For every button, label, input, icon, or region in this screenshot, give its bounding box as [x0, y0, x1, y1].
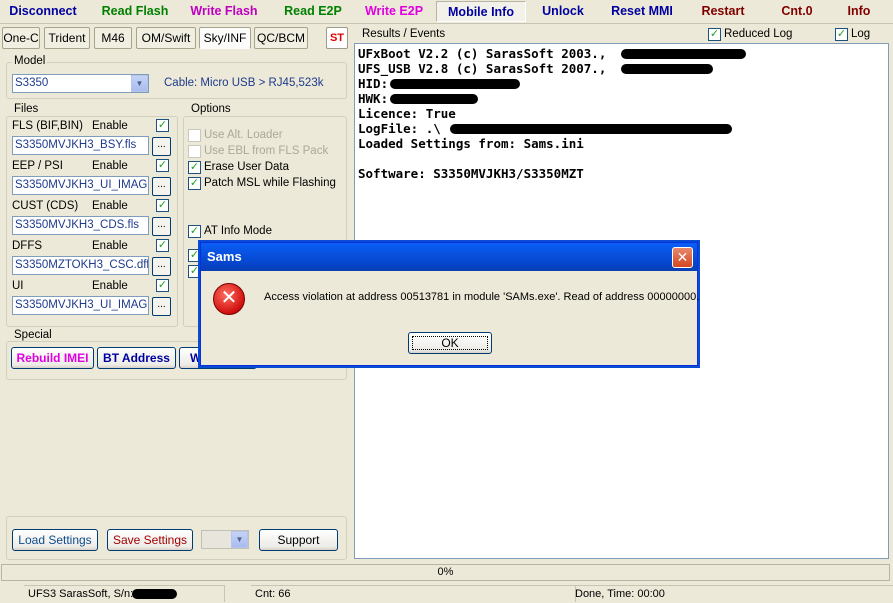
error-dialog: Sams ✕ ✕ Access violation at address 005… — [200, 242, 700, 366]
tab-qc-bcm[interactable]: QC/BCM — [254, 27, 308, 49]
files-group-label: Files — [12, 103, 41, 115]
progress-text: 0% — [437, 566, 454, 578]
alt-loader-checkbox[interactable] — [188, 129, 201, 142]
browse-button-ui[interactable]: ... — [152, 297, 171, 316]
chevron-down-icon[interactable]: ▼ — [131, 75, 148, 92]
file-label-cust: CUST (CDS) — [12, 200, 79, 212]
patch-msl-label: Patch MSL while Flashing — [204, 177, 336, 189]
write-flash-button[interactable]: Write Flash — [183, 1, 265, 22]
file-field-dffs[interactable]: S3350MZTOKH3_CSC.dffs — [12, 256, 149, 275]
counter-button[interactable]: Cnt.0 — [772, 1, 822, 22]
write-e2p-button[interactable]: Write E2P — [357, 1, 431, 22]
log-line: HWK: — [358, 91, 885, 106]
load-settings-button[interactable]: Load Settings — [12, 529, 98, 551]
file-label-eep: EEP / PSI — [12, 160, 63, 172]
log-line: UFS_USB V2.8 (c) SarasSoft 2007., — [358, 61, 885, 76]
log-line: Loaded Settings from: Sams.ini — [358, 136, 584, 151]
error-icon: ✕ — [213, 283, 245, 315]
log-label: Log — [851, 28, 871, 40]
dialog-message: Access violation at address 00513781 in … — [264, 291, 700, 303]
tab-om-swift[interactable]: OM/Swift — [136, 27, 196, 49]
read-e2p-button[interactable]: Read E2P — [276, 1, 350, 22]
erase-user-data-checkbox[interactable]: ✓ — [188, 161, 201, 174]
enable-label-ui: Enable — [92, 280, 128, 292]
log-line: Licence: True — [358, 106, 456, 121]
status-counter: Cnt: 66 — [251, 585, 576, 602]
close-icon[interactable]: ✕ — [672, 247, 693, 268]
file-field-eep[interactable]: S3350MVJKH3_UI_IMAGE — [12, 176, 149, 195]
erase-user-data-label: Erase User Data — [204, 161, 290, 173]
ebl-checkbox[interactable] — [188, 145, 201, 158]
model-group-label: Model — [12, 55, 48, 67]
model-select-value: S3350 — [15, 77, 49, 89]
enable-label-cust: Enable — [92, 200, 128, 212]
top-toolbar: Disconnect Read Flash Write Flash Read E… — [0, 0, 893, 24]
rebuild-imei-button[interactable]: Rebuild IMEI — [11, 347, 94, 369]
enable-label-eep: Enable — [92, 160, 128, 172]
browse-button-dffs[interactable]: ... — [152, 257, 171, 276]
results-label: Results / Events — [362, 28, 446, 40]
enable-label-dffs: Enable — [92, 240, 128, 252]
browse-button-cust[interactable]: ... — [152, 217, 171, 236]
enable-checkbox-cust[interactable]: ✓ — [156, 199, 169, 212]
log-checkbox[interactable]: ✓ — [835, 28, 848, 41]
enable-checkbox-eep[interactable]: ✓ — [156, 159, 169, 172]
file-field-ui[interactable]: S3350MVJKH3_UI_IMAGE — [12, 296, 149, 315]
read-flash-button[interactable]: Read Flash — [94, 1, 176, 22]
model-select[interactable]: S3350 — [12, 74, 149, 93]
mobile-info-button[interactable]: Mobile Info — [436, 1, 526, 22]
file-field-cust[interactable]: S3350MVJKH3_CDS.fls — [12, 216, 149, 235]
at-info-mode-checkbox[interactable]: ✓ — [188, 225, 201, 238]
file-field-fls[interactable]: S3350MVJKH3_BSY.fls — [12, 136, 149, 155]
dialog-title: Sams — [201, 243, 697, 271]
st-button[interactable]: ST — [326, 27, 348, 49]
log-line: LogFile: .\ — [358, 121, 885, 136]
status-done: Done, Time: 00:00 — [571, 585, 893, 602]
chevron-down-icon[interactable]: ▼ — [231, 531, 248, 548]
reset-mmi-button[interactable]: Reset MMI — [603, 1, 681, 22]
reduced-log-checkbox[interactable]: ✓ — [708, 28, 721, 41]
ok-button[interactable]: OK — [408, 332, 492, 354]
tab-one-c[interactable]: One-C — [2, 27, 40, 49]
enable-label-fls: Enable — [92, 120, 128, 132]
log-line: UFxBoot V2.2 (c) SarasSoft 2003., — [358, 46, 885, 61]
file-label-dffs: DFFS — [12, 240, 43, 252]
log-line: Software: S3350MVJKH3/S3350MZT — [358, 166, 584, 181]
file-label-ui: UI — [12, 280, 24, 292]
alt-loader-label: Use Alt. Loader — [204, 129, 283, 141]
bt-address-button[interactable]: BT Address — [97, 347, 176, 369]
save-settings-button[interactable]: Save Settings — [107, 529, 193, 551]
file-label-fls: FLS (BIF,BIN) — [12, 120, 83, 132]
ebl-label: Use EBL from FLS Pack — [204, 145, 329, 157]
unlock-button[interactable]: Unlock — [532, 1, 594, 22]
at-info-mode-label: AT Info Mode — [204, 225, 272, 237]
disconnect-button[interactable]: Disconnect — [4, 1, 82, 22]
support-button[interactable]: Support — [259, 529, 338, 551]
cable-label: Cable: Micro USB > RJ45,523k — [164, 77, 324, 89]
status-serial: UFS3 SarasSoft, S/n: — [24, 585, 225, 602]
patch-msl-checkbox[interactable]: ✓ — [188, 177, 201, 190]
special-group-label: Special — [12, 329, 54, 341]
tab-sky-inf[interactable]: Sky/INF — [199, 27, 251, 49]
tab-m46[interactable]: M46 — [94, 27, 132, 49]
restart-button[interactable]: Restart — [693, 1, 753, 22]
enable-checkbox-fls[interactable]: ✓ — [156, 119, 169, 132]
info-button[interactable]: Info — [838, 1, 880, 22]
enable-checkbox-dffs[interactable]: ✓ — [156, 239, 169, 252]
log-line: HID: — [358, 76, 885, 91]
browse-button-fls[interactable]: ... — [152, 137, 171, 156]
browse-button-eep[interactable]: ... — [152, 177, 171, 196]
options-group-label: Options — [189, 103, 233, 115]
enable-checkbox-ui[interactable]: ✓ — [156, 279, 169, 292]
reduced-log-label: Reduced Log — [724, 28, 793, 40]
progress-bar: 0% — [1, 564, 890, 581]
tab-trident[interactable]: Trident — [44, 27, 90, 49]
